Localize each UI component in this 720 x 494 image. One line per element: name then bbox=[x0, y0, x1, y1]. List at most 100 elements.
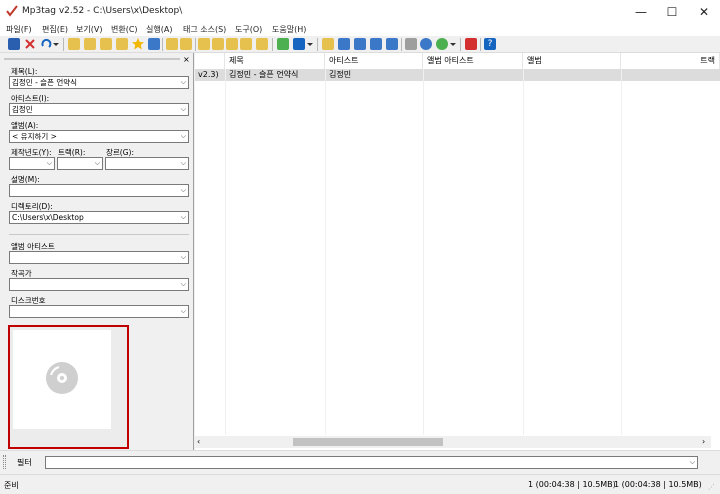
column-line bbox=[225, 69, 226, 435]
add-directory-icon[interactable] bbox=[84, 38, 96, 50]
panel-close-icon[interactable]: × bbox=[183, 55, 190, 64]
maximize-button[interactable]: ☐ bbox=[656, 0, 688, 24]
column-header-artist[interactable]: 아티스트 bbox=[325, 53, 423, 69]
chevron-down-icon[interactable]: ⌵ bbox=[690, 457, 695, 468]
toolbar-separator bbox=[460, 38, 461, 51]
status-text: 준비 bbox=[4, 481, 19, 490]
year-field[interactable]: ⌵ bbox=[9, 157, 55, 170]
scroll-thumb[interactable] bbox=[293, 438, 443, 446]
column-header-album-artist[interactable]: 앨범 아티스트 bbox=[423, 53, 523, 69]
convert3-icon[interactable] bbox=[226, 38, 238, 50]
options-icon[interactable] bbox=[465, 38, 477, 50]
chevron-down-icon[interactable]: ⌵ bbox=[181, 252, 186, 263]
menu-actions[interactable]: 실행(A) bbox=[146, 24, 172, 36]
convert2-icon[interactable] bbox=[212, 38, 224, 50]
app-icon bbox=[6, 5, 18, 17]
text-icon[interactable] bbox=[277, 38, 289, 50]
edit-file-icon[interactable] bbox=[322, 38, 334, 50]
undo-dropdown-icon[interactable] bbox=[52, 38, 60, 50]
minimize-button[interactable]: — bbox=[625, 0, 657, 24]
save-icon[interactable] bbox=[8, 38, 20, 50]
divider bbox=[9, 234, 189, 235]
help-icon[interactable]: ? bbox=[484, 38, 496, 50]
genre-field[interactable]: ⌵ bbox=[105, 157, 189, 170]
chevron-down-icon[interactable]: ⌵ bbox=[181, 158, 186, 169]
filter-bar: 필터 ⌵ bbox=[0, 450, 720, 474]
unlock-icon[interactable] bbox=[180, 38, 192, 50]
filename-to-tag-icon[interactable] bbox=[116, 38, 128, 50]
cell-title: 김정민 - 슬픈 언약식 bbox=[229, 70, 299, 79]
menu-help[interactable]: 도움말(H) bbox=[272, 24, 306, 36]
comment-field[interactable]: ⌵ bbox=[9, 184, 189, 197]
status-selected: 1 (00:04:38 | 10.5MB) bbox=[528, 480, 616, 489]
composer-field[interactable]: ⌵ bbox=[9, 278, 189, 291]
column-header-title[interactable]: 제목 bbox=[225, 53, 325, 69]
convert-icon[interactable] bbox=[198, 38, 210, 50]
title-value: 김정민 - 슬픈 언약식 bbox=[12, 78, 78, 87]
column-line bbox=[523, 69, 524, 435]
artist-value: 김정민 bbox=[12, 105, 33, 114]
status-bar: 준비 1 (00:04:38 | 10.5MB) 1 (00:04:38 | 1… bbox=[0, 474, 720, 494]
resize-grip-icon[interactable]: ⋰ bbox=[708, 483, 715, 491]
track-field[interactable]: ⌵ bbox=[57, 157, 103, 170]
toolbar-separator bbox=[480, 38, 481, 51]
chevron-down-icon[interactable]: ⌵ bbox=[181, 279, 186, 290]
directory-field[interactable]: C:\Users\x\Desktop ⌵ bbox=[9, 211, 189, 224]
column-header-tag[interactable] bbox=[195, 53, 225, 69]
directory-value: C:\Users\x\Desktop bbox=[12, 213, 84, 222]
refresh-icon[interactable] bbox=[148, 38, 160, 50]
title-field[interactable]: 김정민 - 슬픈 언약식 ⌵ bbox=[9, 76, 189, 89]
playlist-icon[interactable] bbox=[354, 38, 366, 50]
change-directory-icon[interactable] bbox=[68, 38, 80, 50]
chevron-down-icon[interactable]: ⌵ bbox=[181, 131, 186, 142]
close-button[interactable]: ✕ bbox=[688, 0, 720, 24]
remove-tag-icon[interactable] bbox=[24, 38, 36, 50]
case-dropdown-icon[interactable] bbox=[306, 38, 314, 50]
chevron-down-icon[interactable]: ⌵ bbox=[181, 306, 186, 317]
undo-icon[interactable] bbox=[40, 38, 52, 50]
column-header-track[interactable]: 트랙 bbox=[621, 53, 720, 69]
chevron-down-icon[interactable]: ⌵ bbox=[181, 212, 186, 223]
artist-field[interactable]: 김정민 ⌵ bbox=[9, 103, 189, 116]
horizontal-scrollbar[interactable]: ‹ › bbox=[195, 436, 711, 448]
printer-icon[interactable] bbox=[405, 38, 417, 50]
filter-input[interactable]: ⌵ bbox=[45, 456, 698, 469]
cover-art-placeholder[interactable] bbox=[13, 330, 111, 429]
save-playlist-icon[interactable] bbox=[386, 38, 398, 50]
case-convert-icon[interactable] bbox=[293, 38, 305, 50]
cover-art-area[interactable] bbox=[8, 325, 129, 449]
export-icon[interactable] bbox=[370, 38, 382, 50]
toolbar-separator bbox=[317, 38, 318, 51]
chevron-down-icon[interactable]: ⌵ bbox=[181, 104, 186, 115]
cell-artist: 김정민 bbox=[329, 70, 352, 79]
tag-to-filename-icon[interactable] bbox=[100, 38, 112, 50]
convert4-icon[interactable] bbox=[240, 38, 252, 50]
album-field[interactable]: < 유지하기 > ⌵ bbox=[9, 130, 189, 143]
album-artist-field[interactable]: ⌵ bbox=[9, 251, 189, 264]
favorite-star-icon[interactable] bbox=[132, 38, 144, 50]
toolbar-separator bbox=[195, 38, 196, 51]
web-source-icon[interactable] bbox=[420, 38, 432, 50]
chevron-down-icon[interactable]: ⌵ bbox=[47, 158, 52, 169]
chevron-down-icon[interactable]: ⌵ bbox=[95, 158, 100, 169]
menu-edit[interactable]: 편집(E) bbox=[42, 24, 68, 36]
menu-file[interactable]: 파일(F) bbox=[6, 24, 32, 36]
tag-source-dropdown-icon[interactable] bbox=[449, 38, 457, 50]
scroll-right-icon[interactable]: › bbox=[702, 437, 705, 446]
menu-tools[interactable]: 도구(O) bbox=[235, 24, 262, 36]
chevron-down-icon[interactable]: ⌵ bbox=[181, 77, 186, 88]
disc-field[interactable]: ⌵ bbox=[9, 305, 189, 318]
convert5-icon[interactable] bbox=[256, 38, 268, 50]
table-row[interactable]: v2.3) 김정민 - 슬픈 언약식 김정민 bbox=[195, 69, 720, 81]
tag-source-icon[interactable] bbox=[436, 38, 448, 50]
scroll-left-icon[interactable]: ‹ bbox=[197, 437, 200, 446]
edit-pen-icon[interactable] bbox=[338, 38, 350, 50]
chevron-down-icon[interactable]: ⌵ bbox=[181, 185, 186, 196]
column-header-album[interactable]: 앨범 bbox=[523, 53, 621, 69]
menu-convert[interactable]: 변환(C) bbox=[111, 24, 138, 36]
file-list: 제목 아티스트 앨범 아티스트 앨범 트랙 v2.3) 김정민 - 슬픈 언약식… bbox=[195, 53, 720, 450]
menu-tag-sources[interactable]: 태그 소스(S) bbox=[183, 24, 226, 36]
menu-view[interactable]: 보기(V) bbox=[76, 24, 102, 36]
cell-tag-version: v2.3) bbox=[198, 70, 219, 79]
lock-icon[interactable] bbox=[166, 38, 178, 50]
